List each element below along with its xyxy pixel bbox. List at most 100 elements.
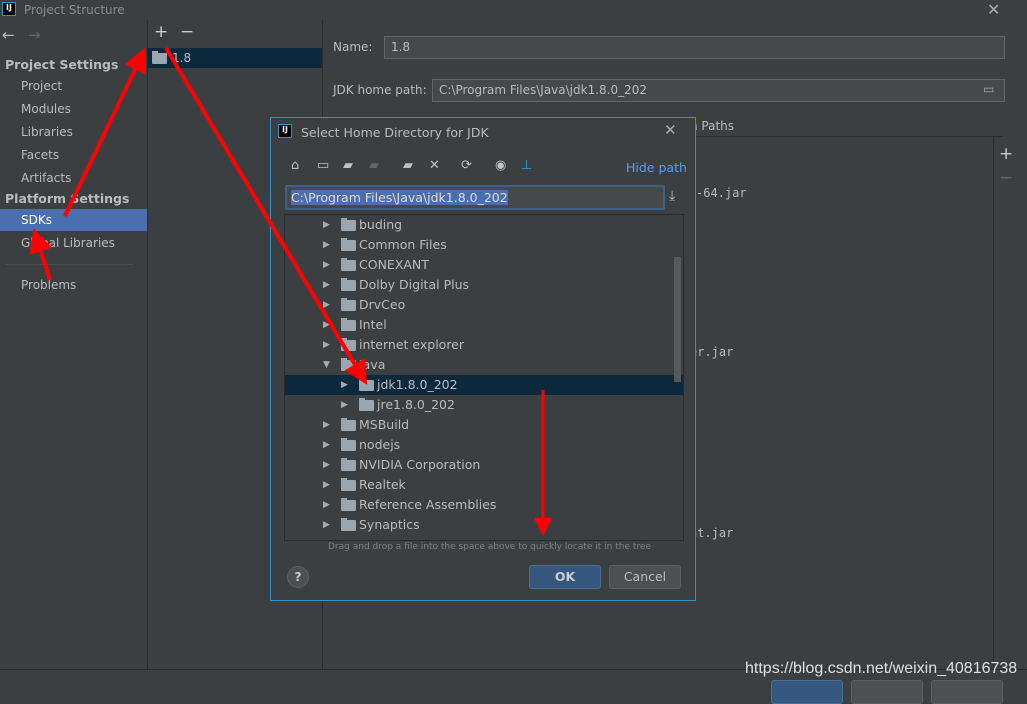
add-sdk-button[interactable]: +: [154, 22, 168, 42]
expand-arrow-icon[interactable]: ▶: [323, 295, 330, 315]
folder-icon: [341, 358, 356, 371]
sidebar-item-global-libraries[interactable]: Global Libraries: [0, 232, 147, 254]
remove-sdk-button[interactable]: −: [180, 22, 194, 42]
sidebar-item-libraries[interactable]: Libraries: [0, 121, 147, 143]
expand-arrow-icon[interactable]: ▶: [323, 315, 330, 335]
ok-main-button[interactable]: [771, 680, 843, 704]
new-folder-icon[interactable]: ▰: [403, 158, 413, 173]
sidebar-item-project[interactable]: Project: [0, 75, 147, 97]
tree-node-label: Common Files: [359, 237, 447, 252]
sidebar: ← → Project Settings Project Modules Lib…: [0, 20, 148, 669]
browse-folder-icon[interactable]: ▭: [983, 82, 994, 96]
forward-arrow-icon[interactable]: →: [28, 26, 41, 44]
folder-icon: [341, 278, 356, 291]
tree-node[interactable]: ▶ MSBuild: [285, 415, 683, 435]
window-title: Project Structure: [24, 3, 125, 17]
sidebar-item-artifacts[interactable]: Artifacts: [0, 167, 147, 189]
home-icon[interactable]: ⌂: [291, 158, 299, 173]
expand-arrow-icon[interactable]: ▶: [323, 415, 330, 435]
cancel-main-button[interactable]: [851, 680, 923, 704]
back-arrow-icon[interactable]: ←: [2, 26, 15, 44]
sidebar-item-modules[interactable]: Modules: [0, 98, 147, 120]
tree-node[interactable]: ▶ DrvCeo: [285, 295, 683, 315]
jdk-home-label: JDK home path:: [333, 83, 427, 97]
tree-node[interactable]: ▶ NVIDIA Corporation: [285, 455, 683, 475]
folder-icon: [341, 318, 356, 331]
help-button[interactable]: ?: [287, 566, 309, 588]
divider: [5, 264, 133, 265]
expand-arrow-icon[interactable]: ▶: [323, 435, 330, 455]
tree-node-label: CONEXANT: [359, 257, 429, 272]
cancel-button[interactable]: Cancel: [609, 565, 681, 589]
expand-arrow-icon[interactable]: ▶: [341, 375, 348, 395]
tree-node-label: NVIDIA Corporation: [359, 457, 481, 472]
expand-arrow-icon[interactable]: ▶: [323, 255, 330, 275]
expand-arrow-icon[interactable]: ▶: [323, 455, 330, 475]
expand-arrow-icon[interactable]: ▶: [323, 515, 330, 535]
sidebar-item-problems[interactable]: Problems: [0, 274, 147, 296]
tree-node[interactable]: ▶ Intel: [285, 315, 683, 335]
expand-arrow-icon[interactable]: ▶: [323, 495, 330, 515]
tree-node[interactable]: ▶ jdk1.8.0_202: [285, 375, 683, 395]
close-icon[interactable]: ✕: [987, 0, 1000, 19]
tree-node[interactable]: ▶ Dolby Digital Plus: [285, 275, 683, 295]
module-folder-icon[interactable]: ▰: [369, 158, 379, 173]
tree-node[interactable]: ▶ internet explorer: [285, 335, 683, 355]
tree-scrollbar[interactable]: [674, 257, 681, 382]
tree-node[interactable]: ▶ Realtek: [285, 475, 683, 495]
name-field[interactable]: 1.8: [384, 36, 1005, 59]
expand-arrow-icon[interactable]: ▶: [323, 215, 330, 235]
tree-node[interactable]: ▶ jre1.8.0_202: [285, 395, 683, 415]
tree-node[interactable]: ▶ Common Files: [285, 235, 683, 255]
tree-node[interactable]: ▼ Java: [285, 355, 683, 375]
desktop-icon[interactable]: ▭: [317, 158, 329, 173]
jar-entry[interactable]: er.jar: [690, 345, 733, 359]
drag-drop-hint: Drag and drop a file into the space abov…: [328, 542, 651, 552]
sidebar-item-sdks[interactable]: SDKs: [0, 209, 147, 231]
jar-entry[interactable]: -64.jar: [696, 186, 747, 200]
tree-node[interactable]: ▶ buding: [285, 215, 683, 235]
tree-node-label: internet explorer: [359, 337, 465, 352]
folder-icon: [341, 258, 356, 271]
folder-icon: [341, 418, 356, 431]
watermark: https://blog.csdn.net/weixin_40816738: [745, 660, 1018, 677]
ok-button[interactable]: OK: [529, 565, 601, 589]
folder-icon: [341, 438, 356, 451]
expand-arrow-icon[interactable]: ▶: [323, 475, 330, 495]
sdk-list-item[interactable]: 1.8: [148, 48, 322, 68]
show-hidden-icon[interactable]: ◉: [495, 158, 506, 173]
jdk-icon[interactable]: ⊥: [521, 158, 532, 173]
folder-icon: [341, 238, 356, 251]
expand-arrow-icon[interactable]: ▶: [323, 235, 330, 255]
delete-icon[interactable]: ✕: [429, 158, 440, 173]
tree-node-label: Java: [359, 357, 386, 372]
tab-classpath[interactable]: n Paths: [690, 119, 734, 133]
directory-tree[interactable]: ▶ Synaptics ▶ Reference Assemblies ▶ Realtek ▶…: [284, 214, 684, 541]
project-folder-icon[interactable]: ▰: [343, 158, 353, 173]
intellij-logo-icon: IJ: [278, 124, 292, 138]
jdk-home-field[interactable]: C:\Program Files\Java\jdk1.8.0_202: [432, 79, 1005, 102]
apply-main-button[interactable]: [931, 680, 1003, 704]
add-path-button[interactable]: +: [999, 144, 1013, 164]
tree-node-label: Realtek: [359, 477, 406, 492]
hide-path-link[interactable]: Hide path: [626, 160, 687, 175]
tree-node-label: Intel: [359, 317, 387, 332]
collapse-arrow-icon[interactable]: ▼: [323, 355, 330, 375]
download-icon[interactable]: ⤓: [669, 188, 675, 204]
remove-path-button[interactable]: −: [999, 168, 1013, 188]
path-input-value: C:\Program Files\Java\jdk1.8.0_202: [291, 190, 508, 205]
jar-entry[interactable]: nt.jar: [690, 526, 733, 540]
tree-node-label: Dolby Digital Plus: [359, 277, 470, 292]
expand-arrow-icon[interactable]: ▶: [341, 395, 348, 415]
tree-node[interactable]: ▶ Synaptics: [285, 515, 683, 535]
tree-node[interactable]: ▶ Reference Assemblies: [285, 495, 683, 515]
tree-node-label: buding: [359, 217, 403, 232]
sidebar-item-facets[interactable]: Facets: [0, 144, 147, 166]
path-input[interactable]: C:\Program Files\Java\jdk1.8.0_202: [285, 185, 665, 210]
dialog-close-icon[interactable]: ✕: [664, 121, 677, 139]
tree-node[interactable]: ▶ nodejs: [285, 435, 683, 455]
expand-arrow-icon[interactable]: ▶: [323, 275, 330, 295]
expand-arrow-icon[interactable]: ▶: [323, 335, 330, 355]
tree-node[interactable]: ▶ CONEXANT: [285, 255, 683, 275]
refresh-icon[interactable]: ⟳: [461, 158, 472, 173]
